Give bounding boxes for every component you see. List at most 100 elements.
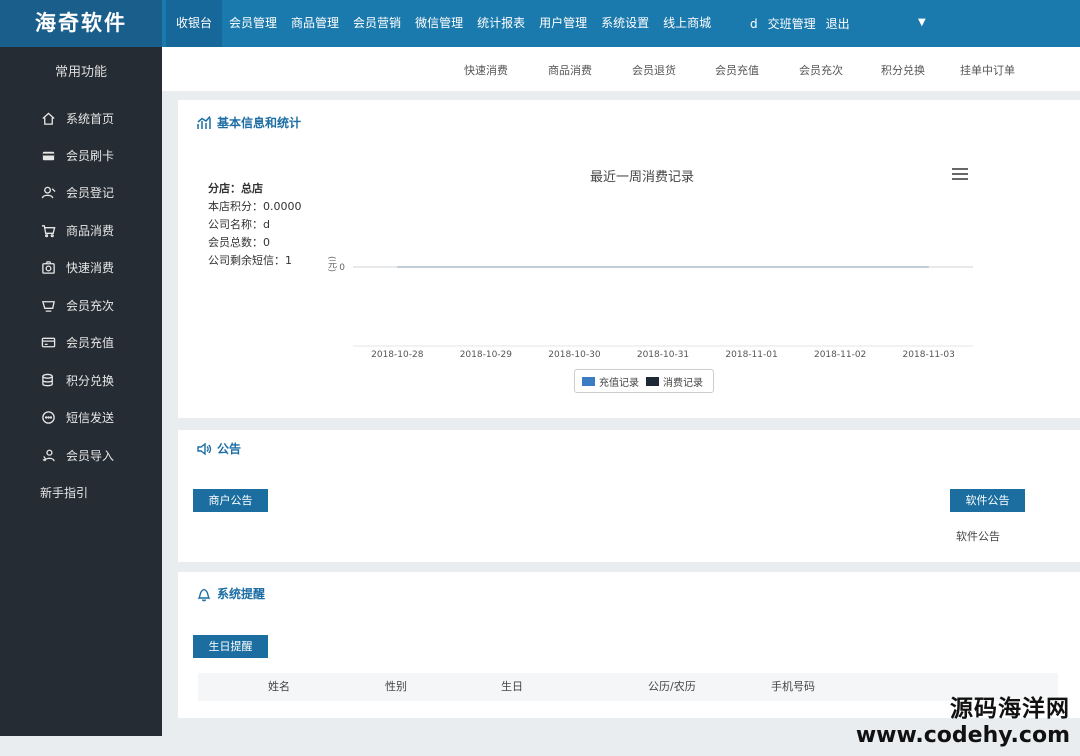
- sidebar-item-label: 短信发送: [66, 410, 115, 425]
- stats-title: 基本信息和统计: [217, 116, 302, 130]
- sidebar-item-sms[interactable]: 短信发送: [40, 407, 114, 427]
- sidebar-item-label: 积分兑换: [66, 373, 115, 388]
- notice-panel: 公告 商户公告 软件公告 软件公告: [178, 430, 1080, 562]
- sidebar-item-member-import[interactable]: 会员导入: [40, 445, 114, 465]
- x-tick-label: 2018-11-01: [725, 350, 777, 360]
- sidebar-item-label: 商品消费: [66, 223, 115, 238]
- caret-down-icon[interactable]: ▼: [918, 17, 926, 28]
- subnav-member-recharge[interactable]: 会员充值: [715, 47, 759, 91]
- merchant-notice-button[interactable]: 商户公告: [193, 489, 268, 512]
- x-tick-label: 2018-10-31: [637, 350, 689, 360]
- topnav-marketing[interactable]: 会员营销: [346, 0, 408, 47]
- topnav-member-mgmt[interactable]: 会员管理: [222, 0, 284, 47]
- sidebar-item-label: 会员充值: [66, 335, 115, 350]
- info-shop: 分店：总店: [208, 182, 263, 195]
- sidebar-item-count-recharge[interactable]: 会员充次: [40, 295, 114, 315]
- sidebar-item-points-exchange[interactable]: 积分兑换: [40, 370, 114, 390]
- col-calendar: 公历/农历: [648, 680, 696, 693]
- col-gender: 性别: [385, 680, 407, 693]
- speaker-icon: [197, 442, 212, 455]
- user-area: d 交班管理 退出: [750, 0, 860, 47]
- x-tick-label: 2018-10-29: [460, 350, 513, 360]
- database-icon: [40, 372, 56, 388]
- bell-icon: [197, 588, 211, 601]
- sidebar-item-label: 会员刷卡: [66, 148, 115, 163]
- col-name: 姓名: [268, 680, 290, 693]
- notice-header: 公告: [196, 440, 241, 457]
- cart-icon: [40, 222, 56, 238]
- sidebar-item-label: 新手指引: [40, 485, 89, 500]
- sidebar-item-home[interactable]: 系统首页: [40, 108, 114, 128]
- watermark-line1: 源码海洋网: [950, 696, 1070, 722]
- legend-label-recharge[interactable]: 充值记录: [599, 374, 639, 389]
- sidebar-item-label: 会员充次: [66, 298, 115, 313]
- x-tick-label: 2018-10-28: [371, 350, 424, 360]
- sidebar-item-label: 会员登记: [66, 185, 115, 200]
- sidebar-item-guide[interactable]: 新手指引: [40, 482, 88, 502]
- birthday-reminder-button[interactable]: 生日提醒: [193, 635, 268, 658]
- subnav-pending-orders[interactable]: 挂单中订单: [960, 47, 1015, 91]
- x-tick-label: 2018-11-03: [903, 350, 955, 360]
- chat-icon: [40, 409, 56, 425]
- topnav-users[interactable]: 用户管理: [532, 0, 594, 47]
- sidebar-title: 常用功能: [54, 65, 107, 80]
- sidebar-item-label: 系统首页: [66, 111, 115, 126]
- sidebar-item-card-swipe[interactable]: 会员刷卡: [40, 145, 114, 165]
- users-icon: [40, 447, 56, 463]
- subnav-count-recharge[interactable]: 会员充次: [799, 47, 843, 91]
- sidebar-item-label: 快速消费: [66, 260, 115, 275]
- col-phone: 手机号码: [771, 680, 815, 693]
- sidebar-item-quick-consume[interactable]: 快速消费: [40, 257, 114, 277]
- info-points: 本店积分：0.0000: [208, 200, 302, 213]
- subnav-member-return[interactable]: 会员退货: [632, 47, 676, 91]
- reminder-header: 系统提醒: [196, 585, 265, 602]
- legend-swatch-consume: [646, 376, 659, 386]
- chart-icon: [197, 115, 211, 129]
- stats-header: 基本信息和统计: [196, 114, 301, 131]
- watermark: 源码海洋网 www.codehy.com: [856, 689, 1070, 748]
- shift-button[interactable]: 交班管理: [768, 15, 816, 32]
- topnav-settings[interactable]: 系统设置: [594, 0, 656, 47]
- info-sms: 公司剩余短信：1: [208, 254, 292, 267]
- sidebar-item-goods-consume[interactable]: 商品消费: [40, 220, 114, 240]
- legend-swatch-recharge: [582, 376, 595, 386]
- sidebar-item-label: 会员导入: [66, 448, 115, 463]
- chart-legend: 充值记录 消费记录: [574, 369, 714, 393]
- x-tick-label: 2018-10-30: [548, 350, 601, 360]
- legend-label-consume[interactable]: 消费记录: [663, 374, 703, 389]
- info-company: 公司名称：d: [208, 218, 270, 231]
- top-nav: 收银台 会员管理 商品管理 会员营销 微信管理 统计报表 用户管理 系统设置 线…: [166, 0, 718, 47]
- quick-nav: 快速消费 商品消费 会员退货 会员充值 会员充次 积分兑换 挂单中订单: [162, 47, 1080, 91]
- subnav-quick-consume[interactable]: 快速消费: [464, 47, 508, 91]
- x-tick-label: 2018-11-02: [814, 350, 866, 360]
- watermark-line2: www.codehy.com: [855, 723, 1070, 748]
- topnav-goods-mgmt[interactable]: 商品管理: [284, 0, 346, 47]
- card-icon: [40, 147, 56, 163]
- subnav-points-exchange[interactable]: 积分兑换: [881, 47, 925, 91]
- line-chart: 0 2018-10-28 2018-10-29 2018-10-30 2018-10-3…: [339, 263, 973, 360]
- user-name[interactable]: d: [750, 17, 758, 31]
- store-info: 分店：总店 本店积分：0.0000 公司名称：d 会员总数：0 公司剩余短信：1: [208, 180, 302, 270]
- stats-panel: 基本信息和统计 分店：总店 本店积分：0.0000 公司名称：d 会员总数：0 …: [178, 100, 1080, 418]
- brand-logo: 海奇软件: [0, 0, 162, 47]
- topnav-reports[interactable]: 统计报表: [470, 0, 532, 47]
- wallet-icon: [40, 334, 56, 350]
- topnav-wechat[interactable]: 微信管理: [408, 0, 470, 47]
- topnav-online-mall[interactable]: 线上商城: [656, 0, 718, 47]
- sidebar: 常用功能 系统首页 会员刷卡 会员登记 商品消费 快速消费 会员充次 会员充值 …: [0, 47, 162, 736]
- top-bar: 海奇软件 收银台 会员管理 商品管理 会员营销 微信管理 统计报表 用户管理 系…: [0, 0, 1080, 47]
- software-notice-text: 软件公告: [956, 530, 1000, 543]
- reminder-title: 系统提醒: [217, 587, 266, 601]
- sidebar-item-member-register[interactable]: 会员登记: [40, 182, 114, 202]
- topnav-cashier[interactable]: 收银台: [166, 0, 223, 47]
- menu-icon[interactable]: [952, 168, 968, 180]
- logout-button[interactable]: 退出: [826, 15, 850, 32]
- user-add-icon: [40, 184, 56, 200]
- info-members: 会员总数：0: [208, 236, 270, 249]
- subnav-goods-consume[interactable]: 商品消费: [548, 47, 592, 91]
- col-birthday: 生日: [501, 680, 523, 693]
- sidebar-item-member-recharge[interactable]: 会员充值: [40, 332, 114, 352]
- y-tick-label: 0: [339, 263, 345, 273]
- software-notice-button[interactable]: 软件公告: [950, 489, 1025, 512]
- basket-icon: [40, 297, 56, 313]
